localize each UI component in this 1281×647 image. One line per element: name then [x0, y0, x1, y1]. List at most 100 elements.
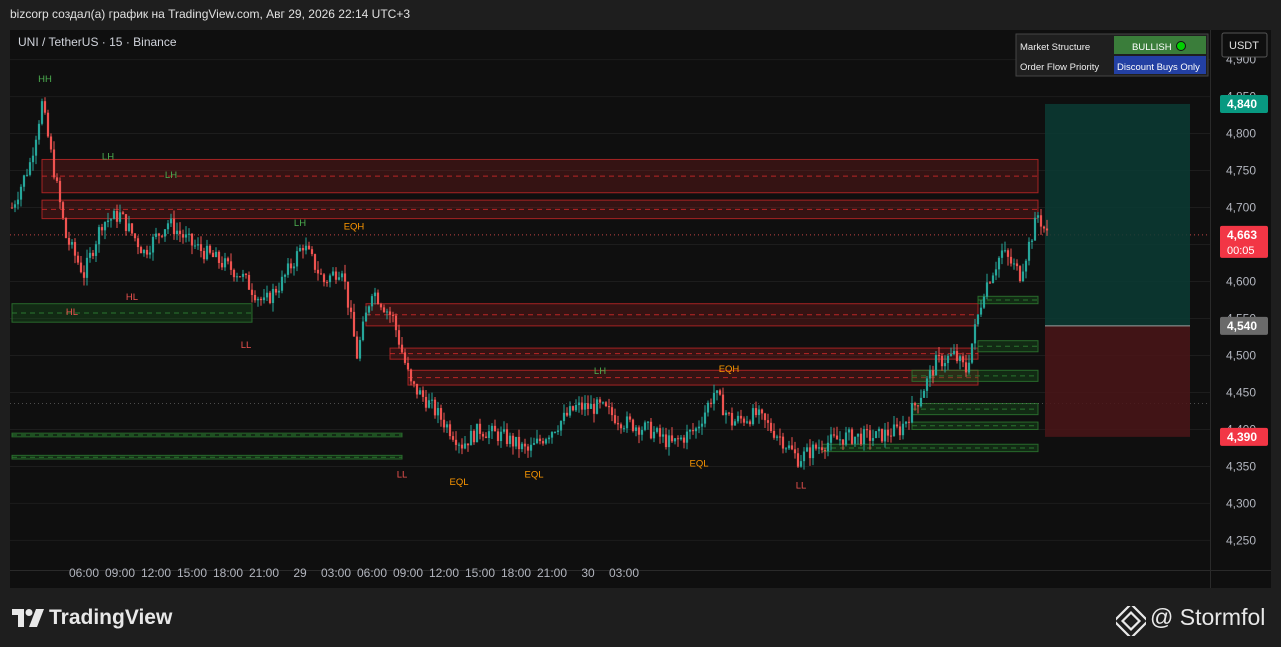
candle-320	[970, 343, 974, 365]
candle-body-144	[442, 419, 446, 428]
candle-69	[217, 250, 221, 269]
candle-78	[244, 272, 248, 279]
candle-336	[1018, 265, 1022, 283]
candle-14	[52, 141, 56, 180]
candle-body-123	[379, 304, 383, 308]
chart-canvas[interactable]: HH LH LH HL HL LL LH EQH LL EQL EQL LH EQL EQH LL 4,25…	[10, 30, 1271, 588]
candle-body-4	[22, 175, 26, 187]
candle-body-190	[580, 402, 584, 410]
candle-body-241	[733, 421, 737, 426]
candle-body-119	[367, 306, 371, 313]
stop-price-label: 4,390	[1227, 430, 1257, 444]
candle-332	[1006, 248, 1010, 266]
candle-body-271	[823, 450, 827, 452]
candle-body-97	[301, 248, 305, 251]
candle-body-219	[667, 435, 671, 448]
candle-body-280	[850, 429, 854, 444]
candle-body-130	[400, 344, 404, 353]
candle-body-266	[808, 447, 812, 459]
candle-body-297	[901, 423, 905, 436]
candle-body-336	[1018, 266, 1022, 282]
candle-27	[91, 249, 95, 260]
candle-body-93	[289, 263, 293, 269]
candle-260	[790, 437, 794, 451]
candle-body-240	[730, 412, 734, 426]
candle-body-265	[805, 447, 809, 452]
candle-327	[991, 272, 995, 284]
bullish-dot-icon	[1176, 41, 1186, 51]
position-tool[interactable]	[1045, 103, 1190, 437]
candle-body-90	[280, 276, 284, 291]
candle-body-31	[103, 222, 107, 231]
candle-236	[718, 388, 722, 396]
candle-209	[637, 425, 641, 444]
candle-body-153	[469, 430, 473, 446]
currency-button[interactable]: USDT	[1221, 32, 1268, 58]
candle-body-160	[490, 425, 494, 432]
time-axis[interactable]: 06:00 09:00 12:00 15:00 18:00 21:00 29 03:00 06:…	[10, 566, 1271, 580]
candle-254	[772, 423, 776, 440]
candle-body-19	[67, 237, 71, 245]
candle-body-136	[418, 390, 422, 395]
candle-body-329	[997, 257, 1001, 270]
candle-body-322	[976, 314, 980, 325]
candle-138	[424, 389, 428, 412]
candle-body-23	[79, 262, 83, 273]
candle-body-200	[610, 407, 614, 416]
structure-label-9: EQL	[449, 477, 468, 488]
candle-body-337	[1021, 271, 1025, 282]
time-tick-label-14: 30	[581, 566, 595, 580]
candle-body-94	[292, 266, 296, 269]
loss-zone[interactable]	[1045, 325, 1190, 437]
candle-body-154	[472, 430, 476, 443]
candle-276	[838, 431, 842, 446]
candle-body-277	[841, 439, 845, 445]
candle-262	[796, 447, 800, 468]
candle-body-174	[532, 443, 536, 445]
candle-body-108	[334, 271, 338, 280]
candle-body-202	[616, 423, 620, 425]
candle-body-257	[781, 436, 785, 449]
price-axis[interactable]: 4,2504,3004,3504,4004,4504,5004,5504,600…	[1210, 30, 1257, 588]
candle-body-11	[43, 101, 47, 113]
candle-263	[799, 454, 803, 468]
status-row-1-label: Order Flow Priority	[1020, 62, 1099, 73]
candle-body-260	[790, 445, 794, 450]
candle-81	[253, 290, 257, 303]
stop-price-tag: 4,390	[1220, 427, 1268, 446]
candle-256	[778, 428, 782, 446]
candle-242	[736, 411, 740, 424]
candle-50	[160, 235, 164, 239]
candle-body-237	[721, 394, 725, 416]
candle-223	[679, 434, 683, 441]
candle-25	[85, 249, 89, 286]
candle-body-126	[388, 311, 392, 315]
structure-label-13: EQH	[719, 364, 740, 375]
candle-body-148	[454, 439, 458, 445]
candle-183	[559, 420, 563, 436]
zones-layer	[10, 158, 1210, 460]
candle-body-212	[646, 421, 650, 423]
candle-body-343	[1039, 215, 1043, 227]
candle-body-49	[157, 233, 161, 236]
candle-body-12	[46, 112, 50, 137]
candle-body-142	[436, 408, 440, 416]
candle-body-209	[637, 427, 641, 435]
candle-body-65	[205, 245, 209, 260]
target-price-tag: 4,840	[1220, 94, 1268, 113]
candle-body-208	[634, 427, 638, 431]
candle-293	[889, 428, 893, 443]
candle-body-29	[97, 227, 101, 245]
candle-160	[490, 423, 494, 440]
profit-zone[interactable]	[1045, 103, 1190, 326]
candle-body-259	[787, 445, 791, 449]
candle-body-74	[232, 269, 236, 278]
currency-label[interactable]: USDT	[1229, 40, 1259, 52]
candle-169	[517, 429, 521, 458]
candle-174	[532, 437, 536, 446]
candle-202	[616, 415, 620, 431]
chart-frame[interactable]: HH LH LH HL HL LL LH EQH LL EQL EQL LH EQL EQH LL 4,25…	[10, 30, 1271, 588]
candle-body-7	[31, 155, 35, 163]
candle-body-247	[751, 408, 755, 425]
candle-338	[1024, 258, 1028, 279]
